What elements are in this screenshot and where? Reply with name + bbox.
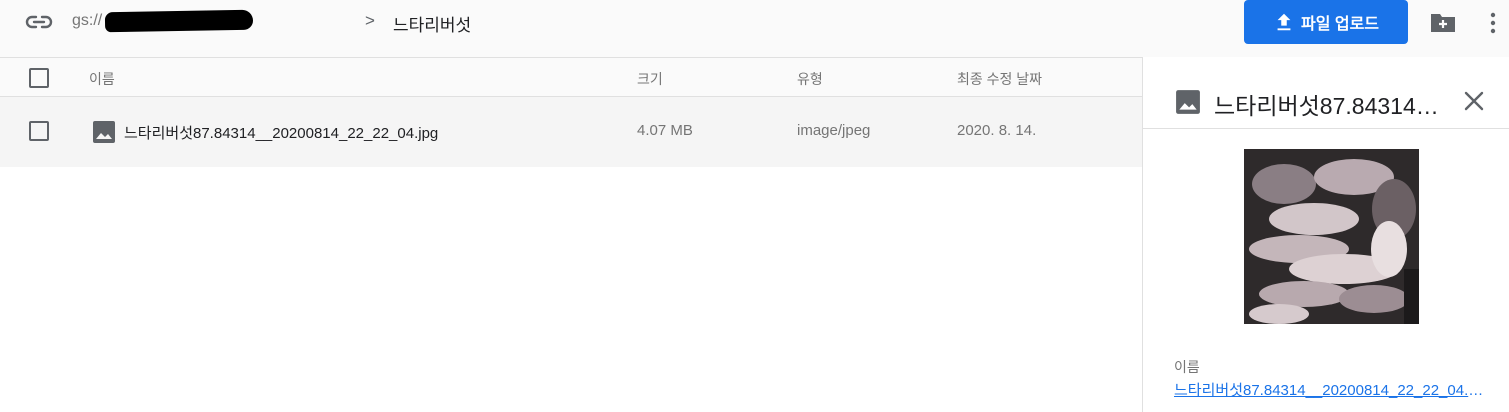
- header-size[interactable]: 크기: [637, 69, 663, 89]
- file-type: image/jpeg: [797, 122, 871, 139]
- image-file-icon: [93, 121, 115, 143]
- breadcrumb-separator: >: [365, 11, 375, 30]
- file-list: 이름 크기 유형 최종 수정 날짜 느타리버섯87.84314__2020081…: [0, 57, 1142, 167]
- detail-panel-title: 느타리버섯87.84314__20200814_22_22_04.jpg: [1214, 93, 1449, 119]
- upload-file-button[interactable]: 파일 업로드: [1244, 0, 1408, 44]
- folder-add-icon[interactable]: [1430, 11, 1456, 33]
- detail-panel: 느타리버섯87.84314__20200814_22_22_04.jpg 이름 …: [1142, 57, 1509, 412]
- file-size: 4.07 MB: [637, 122, 693, 139]
- header-type[interactable]: 유형: [797, 69, 823, 89]
- link-icon[interactable]: [25, 11, 53, 33]
- upload-icon: [1277, 13, 1291, 31]
- close-icon[interactable]: [1463, 90, 1485, 112]
- row-checkbox[interactable]: [29, 121, 49, 141]
- image-preview: [1244, 149, 1419, 324]
- table-header: 이름 크기 유형 최종 수정 날짜: [0, 57, 1142, 97]
- upload-button-label: 파일 업로드: [1300, 16, 1380, 33]
- name-label: 이름: [1174, 359, 1200, 375]
- file-modified-date: 2020. 8. 14.: [957, 122, 1037, 139]
- header-modified[interactable]: 최종 수정 날짜: [957, 69, 1042, 89]
- file-name-link[interactable]: 느타리버섯87.84314__20200814_22_22_04.jpg: [1174, 379, 1486, 400]
- more-vert-icon[interactable]: [1488, 12, 1498, 34]
- image-file-icon: [1176, 90, 1200, 114]
- detail-panel-header: 느타리버섯87.84314__20200814_22_22_04.jpg: [1143, 57, 1509, 129]
- breadcrumb-current-folder: 느타리버섯: [393, 16, 472, 35]
- select-all-checkbox[interactable]: [29, 68, 49, 88]
- table-row[interactable]: 느타리버섯87.84314__20200814_22_22_04.jpg 4.0…: [0, 97, 1142, 167]
- top-bar: gs:// appspot.com > 느타리버섯 파일 업로드: [0, 0, 1509, 57]
- file-name[interactable]: 느타리버섯87.84314__20200814_22_22_04.jpg: [124, 122, 438, 143]
- header-name[interactable]: 이름: [89, 69, 115, 89]
- redaction-mark: [104, 9, 254, 33]
